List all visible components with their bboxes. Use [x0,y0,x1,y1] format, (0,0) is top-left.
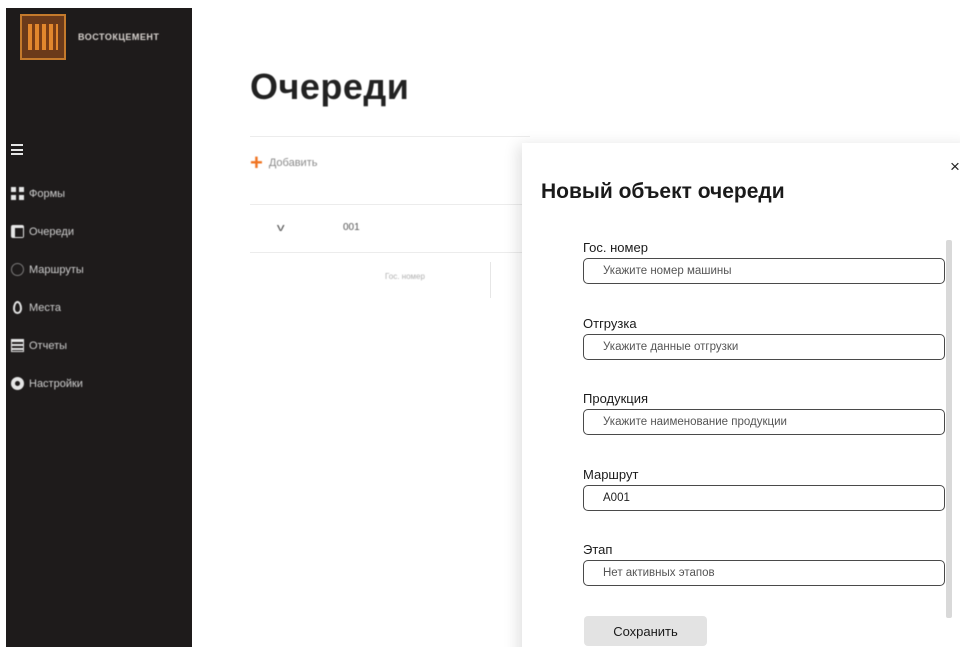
location-pin-icon [13,301,22,314]
add-button[interactable]: + Добавить [250,150,318,175]
add-button-label: Добавить [268,157,318,169]
brand-logo[interactable]: ВОСТОКЦЕМЕНТ [20,14,159,60]
chevron-down-icon[interactable]: v [277,222,285,234]
divider [250,136,530,137]
plate-number-field: Гос. номер [583,240,945,284]
sidebar-item-queues[interactable]: Очереди [11,222,84,241]
route-input[interactable] [583,485,945,511]
stage-field: Этап [583,542,945,586]
field-label: Отгрузка [583,316,637,331]
list-icon [11,339,24,352]
route-icon [11,263,24,276]
document-icon [11,225,24,238]
brand-name: ВОСТОКЦЕМЕНТ [78,32,160,42]
sidebar-item-label: Очереди [29,225,74,238]
save-button[interactable]: Сохранить [584,616,707,646]
column-header-plate: Гос. номер [385,272,425,281]
modal-title: Новый объект очереди [541,180,785,203]
plate-number-input[interactable] [583,258,945,284]
sidebar-item-label: Формы [29,187,66,200]
route-field: Маршрут [583,467,945,511]
sidebar-item-label: Настройки [29,377,83,390]
field-label: Продукция [583,391,649,406]
shipment-field: Отгрузка [583,316,945,360]
sidebar-item-reports[interactable]: Отчеты [11,336,84,355]
sidebar-item-places[interactable]: Места [11,298,84,317]
hamburger-icon[interactable] [11,144,23,155]
queue-row-id: 001 [343,222,360,233]
new-queue-item-modal: × Новый объект очереди Гос. номер Отгруз… [522,143,960,647]
divider [250,252,530,253]
sidebar-nav: Формы Очереди Маршруты Места Отчеты Наст… [11,184,84,412]
field-label: Этап [583,542,613,557]
grid-icon [11,187,24,200]
sidebar-item-routes[interactable]: Маршруты [11,260,84,279]
product-field: Продукция [583,391,945,435]
close-icon[interactable]: × [950,157,960,177]
plus-icon: + [250,150,263,175]
shipment-input[interactable] [583,334,945,360]
vostokcement-logo-icon [20,14,66,60]
sidebar-item-forms[interactable]: Формы [11,184,84,203]
divider [250,204,530,205]
sidebar-item-label: Отчеты [29,339,68,352]
gear-icon [11,377,24,390]
field-label: Гос. номер [583,240,648,255]
stage-input[interactable] [583,560,945,586]
sidebar-item-label: Маршруты [29,263,84,276]
column-separator [490,262,491,298]
product-input[interactable] [583,409,945,435]
sidebar-item-settings[interactable]: Настройки [11,374,84,393]
sidebar-item-label: Места [29,301,61,314]
field-label: Маршрут [583,467,639,482]
sidebar: ВОСТОКЦЕМЕНТ Формы Очереди Маршруты Мест… [6,8,192,647]
page-title: Очереди [250,66,410,107]
modal-scrollbar[interactable] [946,240,952,618]
